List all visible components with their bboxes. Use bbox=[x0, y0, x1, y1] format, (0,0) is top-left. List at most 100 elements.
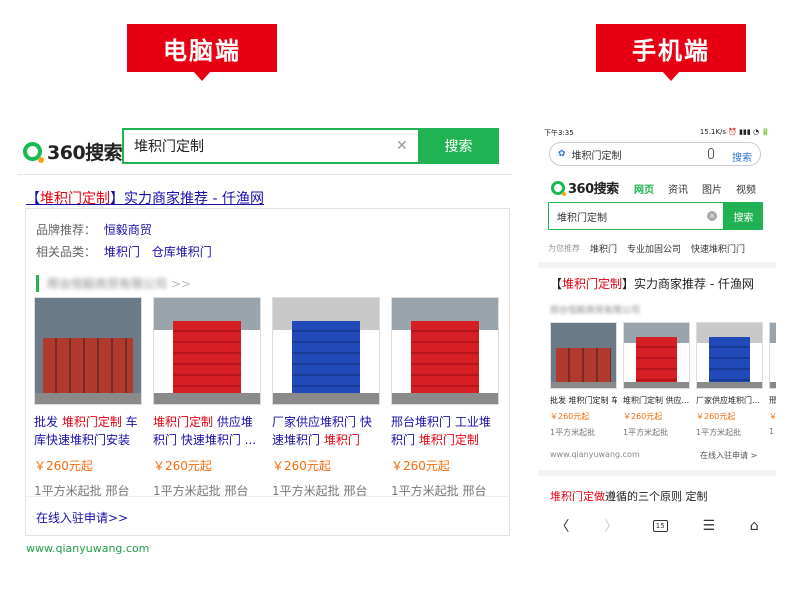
product-min-order: 1平方米起批 bbox=[623, 428, 669, 437]
logo[interactable]: 360搜索 bbox=[551, 178, 619, 197]
product-price: ￥260元起 bbox=[696, 412, 736, 421]
tab-bar: 网页 资讯 图片 视频 bbox=[634, 181, 756, 196]
clear-icon[interactable]: ✕ bbox=[396, 138, 408, 154]
related-link[interactable]: 堆积门 bbox=[104, 245, 140, 259]
pc-screenshot: 360搜索 堆积门定制 ✕ 搜索 【堆积门定制】实力商家推荐 - 仟渔网 品牌推… bbox=[18, 126, 512, 556]
tab-web[interactable]: 网页 bbox=[634, 181, 654, 196]
result-title-post: 】实力商家推荐 - 仟渔网 bbox=[110, 191, 264, 207]
logo-text: 360搜索 bbox=[47, 142, 123, 164]
clear-icon[interactable]: × bbox=[707, 211, 717, 221]
product-title[interactable]: 批发 堆积门定制 车... bbox=[550, 395, 617, 406]
result-title-post: 】实力商家推荐 - 仟渔网 bbox=[622, 277, 754, 291]
product-title[interactable]: 堆积门定制 供应堆积门 快速堆积门 ... bbox=[153, 413, 261, 449]
recommend-chip[interactable]: 堆积门 bbox=[590, 242, 617, 255]
gear-icon[interactable]: ✿ bbox=[558, 149, 566, 159]
search-input[interactable]: 堆积门定制 bbox=[122, 128, 418, 164]
product-title[interactable]: 批发 堆积门定制 车库快速堆积门安装 bbox=[34, 413, 142, 449]
search-button[interactable]: 搜索 bbox=[724, 202, 763, 230]
product-card[interactable]: 厂家供应堆积门... ￥260元起 1平方米起批 bbox=[696, 322, 763, 438]
result-title-link[interactable]: 【堆积门定制】实力商家推荐 - 仟渔网 bbox=[26, 188, 264, 208]
tabs-count-icon[interactable]: 15 bbox=[652, 520, 668, 532]
product-card[interactable]: 邢 ￥ 1 bbox=[769, 322, 776, 436]
product-price: ￥ bbox=[769, 412, 776, 421]
join-link[interactable]: 在线入驻申请>> bbox=[36, 509, 128, 526]
search-button[interactable]: 搜索 bbox=[418, 128, 499, 164]
product-image[interactable] bbox=[153, 297, 261, 405]
product-title[interactable]: 厂家供应堆积门... bbox=[696, 395, 763, 406]
product-image[interactable] bbox=[623, 322, 690, 389]
status-bar: 下午3:35 15.1K/s ⏰ ▮▮▮ ◔ 🔋 bbox=[544, 128, 770, 138]
company-link[interactable]: 邢台恒毅商贸有限公司 bbox=[550, 303, 640, 316]
related-link[interactable]: 仓库堆积门 bbox=[152, 245, 212, 259]
result-title-highlight: 堆积门定制 bbox=[562, 277, 623, 291]
product-card[interactable]: 堆积门定制 供应... ￥260元起 1平方米起批 bbox=[623, 322, 690, 438]
result-title-highlight: 堆积门定制 bbox=[40, 191, 110, 207]
product-card[interactable]: 批发 堆积门定制 车库快速堆积门安装 ￥260元起 1平方米起批 邢台 bbox=[34, 297, 142, 499]
product-image[interactable] bbox=[34, 297, 142, 405]
domain-text: www.qianyuwang.com bbox=[26, 542, 150, 555]
back-icon[interactable]: 〈 bbox=[555, 516, 569, 536]
home-icon[interactable]: ⌂ bbox=[750, 518, 759, 534]
recommend-row: 为您推荐 堆积门 专业加固公司 快速堆积门门 bbox=[548, 242, 745, 255]
product-image[interactable] bbox=[696, 322, 763, 389]
product-min-order: 1平方米起批 bbox=[696, 428, 742, 437]
status-time: 下午3:35 bbox=[544, 129, 574, 137]
mic-icon[interactable] bbox=[708, 148, 714, 159]
search-input[interactable]: 堆积门定制 × bbox=[548, 202, 724, 230]
brand-label: 品牌推荐： bbox=[36, 223, 97, 237]
search-input-value: 堆积门定制 bbox=[557, 212, 607, 224]
logo-text: 360搜索 bbox=[568, 182, 619, 197]
product-price: ￥260元起 bbox=[34, 459, 93, 473]
brand-row: 品牌推荐： 恒毅商贸 bbox=[36, 221, 160, 238]
next-result-highlight: 堆积门定做 bbox=[550, 490, 605, 503]
product-card[interactable]: 厂家供应堆积门 快速堆积门 堆积门定... ￥260元起 1平方米起批 邢台 bbox=[272, 297, 380, 499]
product-title[interactable]: 厂家供应堆积门 快速堆积门 堆积门定... bbox=[272, 413, 380, 449]
status-icons: 15.1K/s ⏰ ▮▮▮ ◔ 🔋 bbox=[699, 128, 770, 136]
mobile-banner: 手机端 bbox=[596, 24, 746, 81]
mobile-screenshot: 下午3:35 15.1K/s ⏰ ▮▮▮ ◔ 🔋 ✿ 堆积门定制 搜索 360搜… bbox=[538, 120, 776, 545]
recommend-chip[interactable]: 专业加固公司 bbox=[627, 242, 681, 255]
divider bbox=[26, 496, 509, 497]
mobile-banner-label: 手机端 bbox=[632, 36, 710, 65]
next-result-link[interactable]: 堆积门定做遵循的三个原则 定制 bbox=[550, 488, 708, 504]
recommend-label: 为您推荐 bbox=[548, 244, 580, 253]
product-card[interactable]: 堆积门定制 供应堆积门 快速堆积门 ... ￥260元起 1平方米起批 邢台 bbox=[153, 297, 261, 499]
join-link[interactable]: 在线入驻申请 > bbox=[700, 450, 757, 461]
company-arrow: >> bbox=[170, 277, 191, 291]
product-card[interactable]: 邢台堆积门 工业堆积门 堆积门定制 ￥260元起 1平方米起批 邢台 bbox=[391, 297, 499, 499]
domain-text: www.qianyuwang.com bbox=[550, 450, 640, 459]
related-label: 相关品类： bbox=[36, 245, 97, 259]
product-title[interactable]: 堆积门定制 供应... bbox=[623, 395, 690, 406]
result-title-link[interactable]: 【堆积门定制】实力商家推荐 - 仟渔网 bbox=[550, 275, 754, 292]
company-link[interactable]: 邢台恒毅商贸有限公司 >> bbox=[36, 275, 191, 292]
forward-icon[interactable]: 〉 bbox=[604, 516, 618, 536]
tab-images[interactable]: 图片 bbox=[702, 181, 722, 196]
search-input-value: 堆积门定制 bbox=[134, 139, 204, 155]
product-title[interactable]: 邢台堆积门 工业堆积门 堆积门定制 bbox=[391, 413, 499, 449]
product-image[interactable] bbox=[550, 322, 617, 389]
brand-link[interactable]: 恒毅商贸 bbox=[104, 223, 152, 237]
logo-icon bbox=[23, 142, 44, 163]
logo[interactable]: 360搜索 bbox=[23, 138, 123, 165]
product-card[interactable]: 批发 堆积门定制 车... ￥260元起 1平方米起批 bbox=[550, 322, 617, 438]
menu-icon[interactable]: ☰ bbox=[702, 518, 715, 534]
product-image[interactable] bbox=[769, 322, 776, 389]
product-title[interactable]: 邢 bbox=[769, 395, 776, 406]
top-search-button[interactable]: 搜索 bbox=[732, 149, 752, 164]
tab-video[interactable]: 视频 bbox=[736, 181, 756, 196]
product-image[interactable] bbox=[391, 297, 499, 405]
product-price: ￥260元起 bbox=[153, 459, 212, 473]
divider bbox=[18, 174, 512, 175]
next-result-text: 遵循的三个原则 定制 bbox=[605, 490, 708, 503]
divider bbox=[538, 262, 776, 268]
recommend-chip[interactable]: 快速堆积门门 bbox=[691, 242, 745, 255]
related-row: 相关品类： 堆积门 仓库堆积门 bbox=[36, 243, 220, 260]
address-search-bar[interactable]: ✿ 堆积门定制 搜索 bbox=[549, 142, 761, 166]
address-search-value: 堆积门定制 bbox=[571, 150, 622, 162]
pc-banner: 电脑端 bbox=[127, 24, 277, 81]
product-image[interactable] bbox=[272, 297, 380, 405]
result-title-pre: 【 bbox=[550, 277, 563, 291]
result-card: 品牌推荐： 恒毅商贸 相关品类： 堆积门 仓库堆积门 邢台恒毅商贸有限公司 >>… bbox=[25, 208, 510, 536]
tab-news[interactable]: 资讯 bbox=[668, 181, 688, 196]
bottom-nav: 〈 〉 15 ☰ ⌂ bbox=[538, 512, 776, 540]
